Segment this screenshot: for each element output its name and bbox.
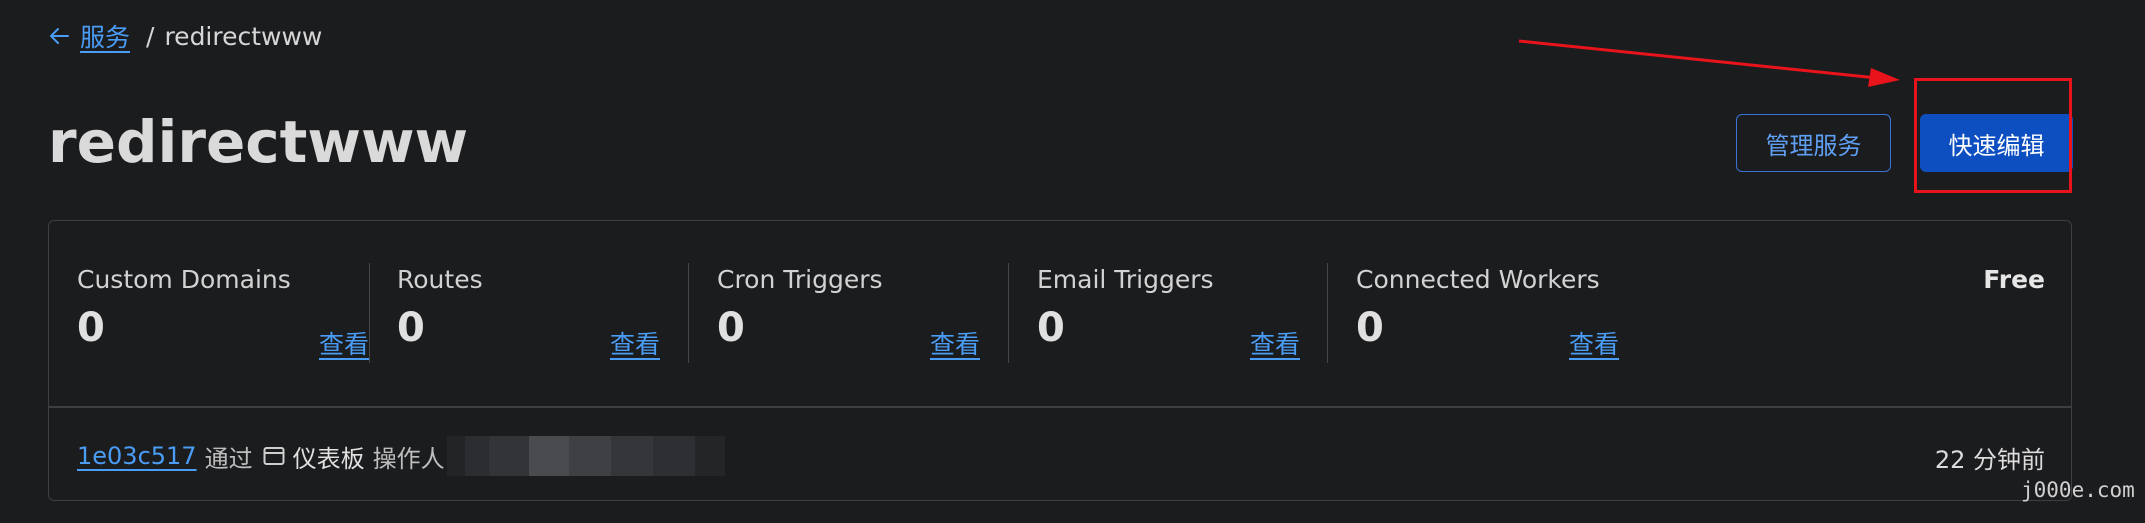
stat-label: Email Triggers <box>1037 265 1214 294</box>
page-title: redirectwww <box>48 108 469 176</box>
view-custom-domains-link[interactable]: 查看 <box>319 325 369 361</box>
breadcrumb-separator: / <box>146 21 155 51</box>
stat-label: Connected Workers <box>1356 265 1600 294</box>
stat-connected-workers: Connected Workers 0 查看 <box>1356 263 1621 363</box>
stat-value: 0 <box>77 305 105 351</box>
latest-deployment: 1e03c517 通过 仪表板 操作人 <box>77 436 725 476</box>
deployment-via-label: 通过 <box>204 444 253 473</box>
stat-divider <box>688 263 689 363</box>
watermark-text: j000e.com <box>2021 478 2135 502</box>
deployment-time-ago: 22 分钟前 <box>1934 446 2045 474</box>
stat-custom-domains: Custom Domains 0 查看 <box>77 263 369 363</box>
stats-row: Custom Domains 0 查看 Routes 0 查看 Cron Tri… <box>49 221 2071 406</box>
stat-value: 0 <box>397 305 425 351</box>
stat-label: Routes <box>397 265 483 294</box>
window-icon <box>263 446 285 466</box>
deployment-id-link[interactable]: 1e03c517 <box>77 442 197 470</box>
breadcrumb-current: redirectwww <box>164 21 323 51</box>
stat-label: Cron Triggers <box>717 265 883 294</box>
stat-value: 0 <box>717 305 745 351</box>
page: 服务 / redirectwww redirectwww 管理服务 快速编辑 C… <box>0 0 2145 523</box>
view-connected-workers-link[interactable]: 查看 <box>1569 325 1619 361</box>
arrow-left-icon <box>50 28 69 44</box>
back-link-label: 服务 <box>80 23 131 52</box>
view-routes-link[interactable]: 查看 <box>610 325 660 361</box>
stat-divider <box>369 263 370 363</box>
view-cron-triggers-link[interactable]: 查看 <box>930 325 980 361</box>
stat-divider <box>1327 263 1328 363</box>
view-email-triggers-link[interactable]: 查看 <box>1250 325 1300 361</box>
stat-divider <box>1008 263 1009 363</box>
stat-routes: Routes 0 查看 <box>397 263 662 363</box>
quick-edit-button[interactable]: 快速编辑 <box>1920 114 2073 172</box>
annotation-arrow <box>1518 39 1900 87</box>
stat-label: Custom Domains <box>77 265 291 294</box>
stat-cron-triggers: Cron Triggers 0 查看 <box>717 263 982 363</box>
back-to-services-link[interactable]: 服务 <box>48 18 130 54</box>
deployment-source: 仪表板 <box>292 444 365 473</box>
deployment-operator-label: 操作人 <box>372 444 445 473</box>
stat-email-triggers: Email Triggers 0 查看 <box>1037 263 1302 363</box>
card-divider <box>49 406 2071 408</box>
stat-value: 0 <box>1356 305 1384 351</box>
manage-service-button[interactable]: 管理服务 <box>1736 114 1891 172</box>
breadcrumb: 服务 / redirectwww <box>48 16 322 56</box>
redacted-operator-name <box>446 436 725 476</box>
worker-overview-card: Custom Domains 0 查看 Routes 0 查看 Cron Tri… <box>48 220 2072 501</box>
plan-badge: Free <box>1983 265 2045 294</box>
stat-value: 0 <box>1037 305 1065 351</box>
